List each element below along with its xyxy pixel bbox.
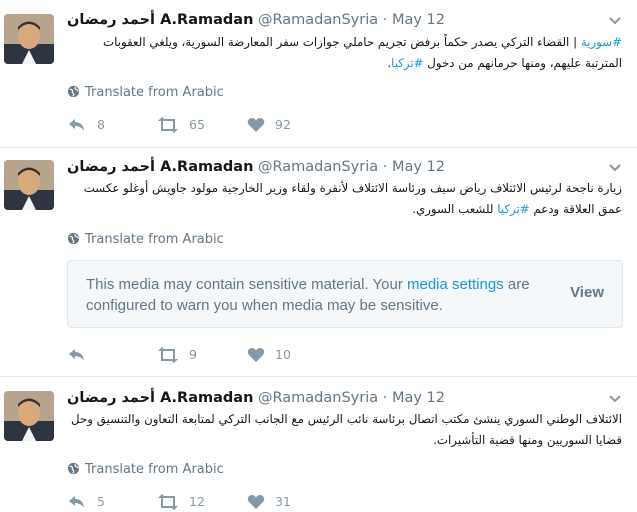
tweet-text: الائتلاف الوطني السوري ينشئ مكتب اتصال ب… <box>71 412 622 447</box>
avatar[interactable] <box>4 391 54 441</box>
display-name[interactable]: أحمد رمضان A.Ramadan <box>67 159 253 175</box>
reply-icon <box>69 349 84 361</box>
reply-icon <box>69 496 84 508</box>
display-name[interactable]: أحمد رمضان A.Ramadan <box>67 12 253 28</box>
retweet-button[interactable]: 9 <box>157 345 197 365</box>
tweet-actions: 9 10 <box>67 345 367 365</box>
tweet-actions: 5 12 31 <box>67 492 367 512</box>
globe-icon <box>67 232 80 245</box>
tweet-date[interactable]: May 12 <box>392 12 445 28</box>
chevron-down-icon[interactable] <box>609 164 621 172</box>
like-button[interactable]: 92 <box>247 115 291 135</box>
tweet-text: زيارة ناجحة لرئيس الائتلاف رياض سيف ورئا… <box>83 181 622 216</box>
retweet-button[interactable]: 65 <box>157 115 205 135</box>
heart-icon <box>247 348 265 362</box>
display-name[interactable]: أحمد رمضان A.Ramadan <box>67 390 253 406</box>
separator-dot: · <box>382 390 388 406</box>
tweet[interactable]: أحمد رمضان A.Ramadan @RamadanSyria · May… <box>0 0 637 148</box>
tweet-actions: 8 65 92 <box>67 115 367 135</box>
translate-link[interactable]: Translate from Arabic <box>67 232 224 248</box>
reply-button[interactable] <box>67 345 97 365</box>
media-settings-link[interactable]: media settings <box>407 276 504 293</box>
user-handle[interactable]: @RamadanSyria <box>258 390 378 406</box>
tweet-header: أحمد رمضان A.Ramadan @RamadanSyria · May… <box>67 157 445 177</box>
separator-dot: · <box>382 12 388 28</box>
retweet-icon <box>158 347 178 363</box>
translate-link[interactable]: Translate from Arabic <box>67 462 224 478</box>
like-button[interactable]: 10 <box>247 345 291 365</box>
sensitive-media-text: This media may contain sensitive materia… <box>86 276 530 314</box>
reply-button[interactable]: 5 <box>67 492 105 512</box>
timeline: أحمد رمضان A.Ramadan @RamadanSyria · May… <box>0 0 637 512</box>
retweet-icon <box>158 494 178 510</box>
avatar[interactable] <box>4 14 54 64</box>
user-handle[interactable]: @RamadanSyria <box>258 12 378 28</box>
hashtag-link[interactable]: #تركيا <box>497 202 529 216</box>
user-handle[interactable]: @RamadanSyria <box>258 159 378 175</box>
tweet-text: #سورية | القضاء التركي يصدر حكماً برفض ت… <box>103 35 622 70</box>
reply-icon <box>69 119 84 131</box>
like-button[interactable]: 31 <box>247 492 291 512</box>
reply-button[interactable]: 8 <box>67 115 105 135</box>
tweet-header: أحمد رمضان A.Ramadan @RamadanSyria · May… <box>67 10 445 30</box>
heart-icon <box>247 495 265 509</box>
sensitive-media-warning: This media may contain sensitive materia… <box>67 260 623 328</box>
tweet-date[interactable]: May 12 <box>392 390 445 406</box>
chevron-down-icon[interactable] <box>609 395 621 403</box>
globe-icon <box>67 462 80 475</box>
avatar[interactable] <box>4 160 54 210</box>
retweet-button[interactable]: 12 <box>157 492 205 512</box>
tweet-date[interactable]: May 12 <box>392 159 445 175</box>
chevron-down-icon[interactable] <box>609 17 621 25</box>
separator-dot: · <box>382 159 388 175</box>
tweet[interactable]: أحمد رمضان A.Ramadan @RamadanSyria · May… <box>0 148 637 377</box>
globe-icon <box>67 85 80 98</box>
hashtag-link[interactable]: #تركيا <box>391 56 423 70</box>
tweet-header: أحمد رمضان A.Ramadan @RamadanSyria · May… <box>67 388 445 408</box>
tweet[interactable]: أحمد رمضان A.Ramadan @RamadanSyria · May… <box>0 377 637 512</box>
view-media-button[interactable]: View <box>570 284 604 301</box>
retweet-icon <box>158 117 178 133</box>
hashtag-link[interactable]: #سورية <box>581 35 622 49</box>
heart-icon <box>247 118 265 132</box>
translate-link[interactable]: Translate from Arabic <box>67 85 224 101</box>
